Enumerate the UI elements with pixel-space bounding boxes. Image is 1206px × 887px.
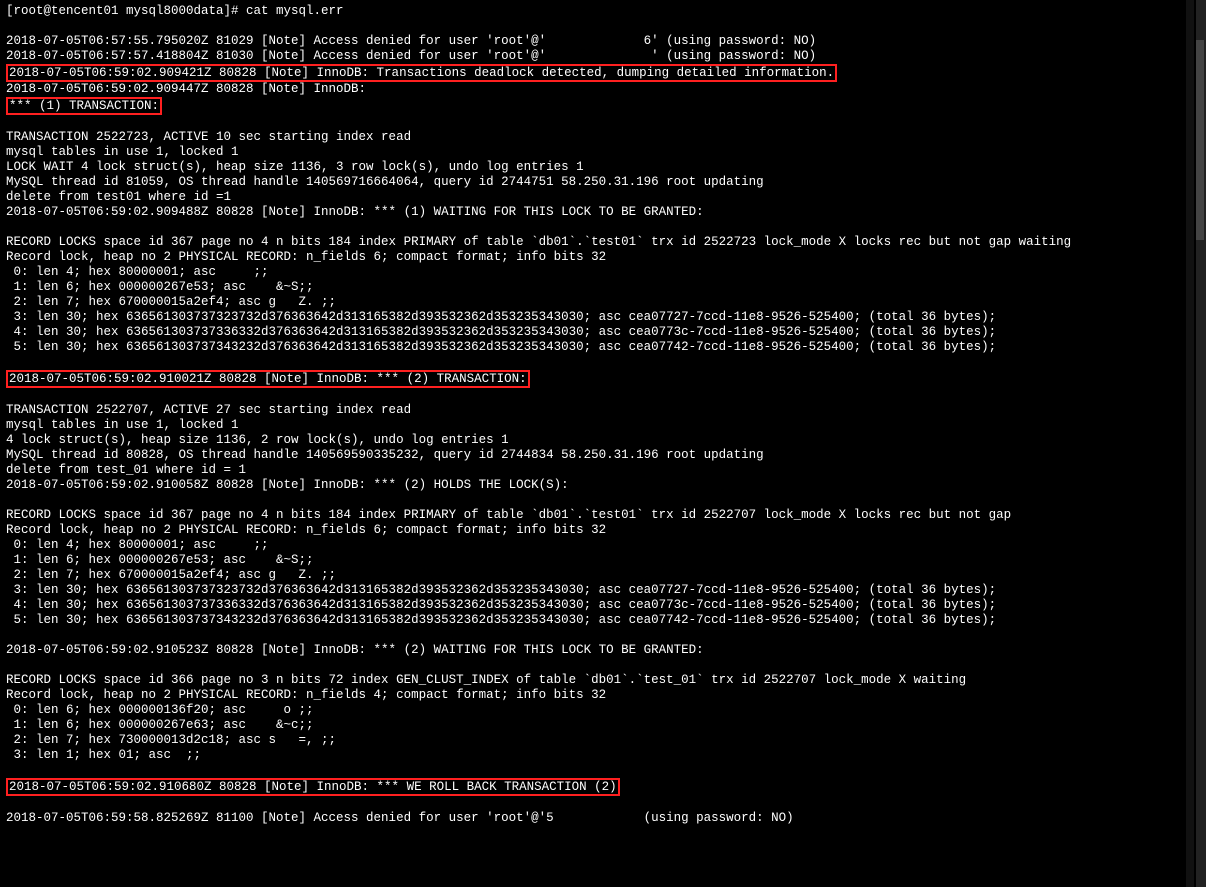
- log-line: TRANSACTION 2522723, ACTIVE 10 sec start…: [6, 130, 411, 144]
- log-line: 2: len 7; hex 670000015a2ef4; asc g Z. ;…: [6, 295, 336, 309]
- highlight-deadlock-detected: 2018-07-05T06:59:02.909421Z 80828 [Note]…: [6, 64, 837, 82]
- log-line: 0: len 4; hex 80000001; asc ;;: [6, 538, 269, 552]
- log-line: 2: len 7; hex 670000015a2ef4; asc g Z. ;…: [6, 568, 336, 582]
- log-line: 2018-07-05T06:59:58.825269Z 81100 [Note]…: [6, 811, 794, 825]
- log-line: 5: len 30; hex 636561303737343232d376363…: [6, 340, 996, 354]
- scrollbar-vertical[interactable]: [1196, 0, 1206, 887]
- log-line: Record lock, heap no 2 PHYSICAL RECORD: …: [6, 688, 606, 702]
- log-line: 1: len 6; hex 000000267e53; asc &~S;;: [6, 280, 314, 294]
- log-line: 2: len 7; hex 730000013d2c18; asc s =, ;…: [6, 733, 336, 747]
- log-line: 4: len 30; hex 636561303737336332d376363…: [6, 325, 996, 339]
- log-line: TRANSACTION 2522707, ACTIVE 27 sec start…: [6, 403, 411, 417]
- log-line: 1: len 6; hex 000000267e63; asc &~c;;: [6, 718, 314, 732]
- log-line: 4: len 30; hex 636561303737336332d376363…: [6, 598, 996, 612]
- terminal-output[interactable]: [root@tencent01 mysql8000data]# cat mysq…: [0, 0, 1194, 887]
- log-line: 3: len 30; hex 636561303737323732d376363…: [6, 310, 996, 324]
- log-line: 1: len 6; hex 000000267e53; asc &~S;;: [6, 553, 314, 567]
- highlight-transaction-1: *** (1) TRANSACTION:: [6, 97, 162, 115]
- log-line: RECORD LOCKS space id 366 page no 3 n bi…: [6, 673, 966, 687]
- log-line: 2018-07-05T06:59:02.910523Z 80828 [Note]…: [6, 643, 704, 657]
- log-line: 0: len 6; hex 000000136f20; asc o ;;: [6, 703, 314, 717]
- log-line: 2018-07-05T06:59:02.909447Z 80828 [Note]…: [6, 82, 366, 96]
- log-line: 3: len 30; hex 636561303737323732d376363…: [6, 583, 996, 597]
- highlight-transaction-2: 2018-07-05T06:59:02.910021Z 80828 [Note]…: [6, 370, 530, 388]
- scrollbar-thumb[interactable]: [1196, 40, 1204, 240]
- log-line: 2018-07-05T06:57:55.795020Z 81029 [Note]…: [6, 34, 816, 48]
- log-line: mysql tables in use 1, locked 1: [6, 418, 239, 432]
- log-line: Record lock, heap no 2 PHYSICAL RECORD: …: [6, 523, 606, 537]
- log-line: 2018-07-05T06:59:02.909488Z 80828 [Note]…: [6, 205, 704, 219]
- log-line: 0: len 4; hex 80000001; asc ;;: [6, 265, 269, 279]
- log-line: LOCK WAIT 4 lock struct(s), heap size 11…: [6, 160, 584, 174]
- log-line: MySQL thread id 81059, OS thread handle …: [6, 175, 764, 189]
- log-line: 2018-07-05T06:57:57.418804Z 81030 [Note]…: [6, 49, 816, 63]
- prompt-line: [root@tencent01 mysql8000data]# cat mysq…: [6, 4, 344, 18]
- log-line: 2018-07-05T06:59:02.910058Z 80828 [Note]…: [6, 478, 569, 492]
- log-line: mysql tables in use 1, locked 1: [6, 145, 239, 159]
- log-line: MySQL thread id 80828, OS thread handle …: [6, 448, 764, 462]
- log-line: 4 lock struct(s), heap size 1136, 2 row …: [6, 433, 509, 447]
- log-line: RECORD LOCKS space id 367 page no 4 n bi…: [6, 508, 1011, 522]
- log-line: delete from test01 where id =1: [6, 190, 231, 204]
- log-line: 3: len 1; hex 01; asc ;;: [6, 748, 201, 762]
- highlight-rollback: 2018-07-05T06:59:02.910680Z 80828 [Note]…: [6, 778, 620, 796]
- log-line: Record lock, heap no 2 PHYSICAL RECORD: …: [6, 250, 606, 264]
- log-line: RECORD LOCKS space id 367 page no 4 n bi…: [6, 235, 1071, 249]
- log-line: 5: len 30; hex 636561303737343232d376363…: [6, 613, 996, 627]
- log-line: delete from test_01 where id = 1: [6, 463, 246, 477]
